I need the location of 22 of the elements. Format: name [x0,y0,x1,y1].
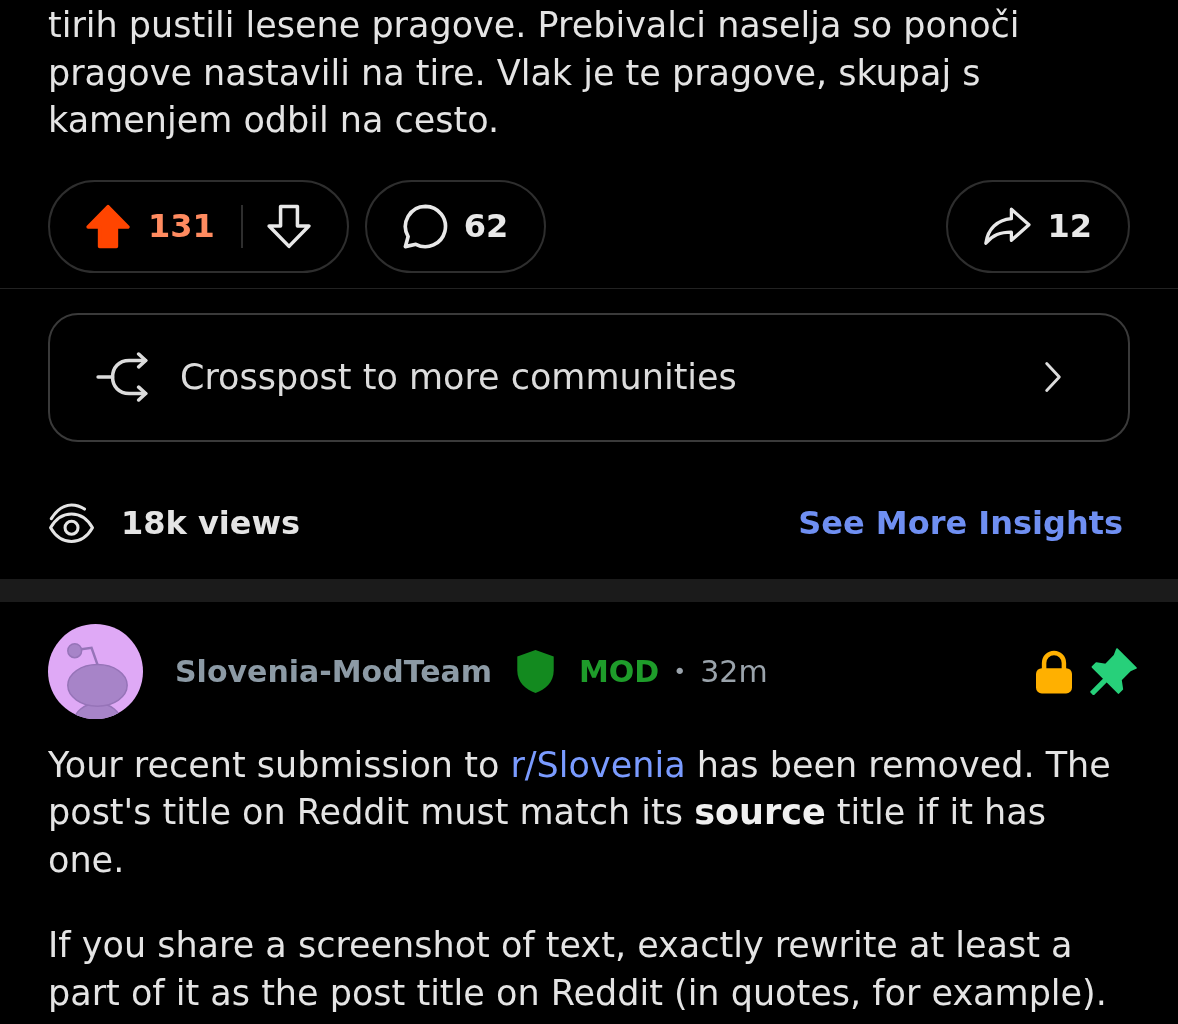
vote-score: 131 [148,210,215,242]
comment-text: If you share a screenshot of text, exactly rewrite at least a part of it as the post title on Reddit (in quotes, for example). [47,924,1108,1015]
comments-button[interactable]: 62 [364,179,547,273]
share-button[interactable]: 12 [946,179,1130,273]
comment-text: Your recent submission to r/Slovenia has been removed. The post's title on Reddit must match its source title if it has one. [47,743,1112,882]
crosspost-button[interactable]: Crosspost to more communities [48,312,1130,442]
post-text: tirih pustili lesene pragove. Prebivalci naselja so ponoči pragove nastavili na tire. Vlak je te pragove, skupaj s kamenjem odbil na cesto. [47,4,1021,142]
moderator-label: MOD [579,652,660,691]
eye-icon [48,502,96,543]
comment-time: 32m [700,652,768,691]
share-arrow-icon [984,206,1032,246]
avatar-icon[interactable] [48,623,143,719]
speech-bubble-icon [402,203,448,249]
insights-link[interactable]: See More Insights [798,498,1123,547]
upvote-icon[interactable] [86,203,130,249]
separator-dot: • [673,657,687,686]
view-count: 18k views [121,502,301,544]
shield-icon [514,648,557,694]
downvote-icon[interactable] [266,203,311,249]
chevron-right-icon [1044,360,1062,394]
author-name[interactable]: Slovenia-ModTeam [175,648,492,694]
subreddit-link[interactable]: r/Slovenia [510,744,686,785]
